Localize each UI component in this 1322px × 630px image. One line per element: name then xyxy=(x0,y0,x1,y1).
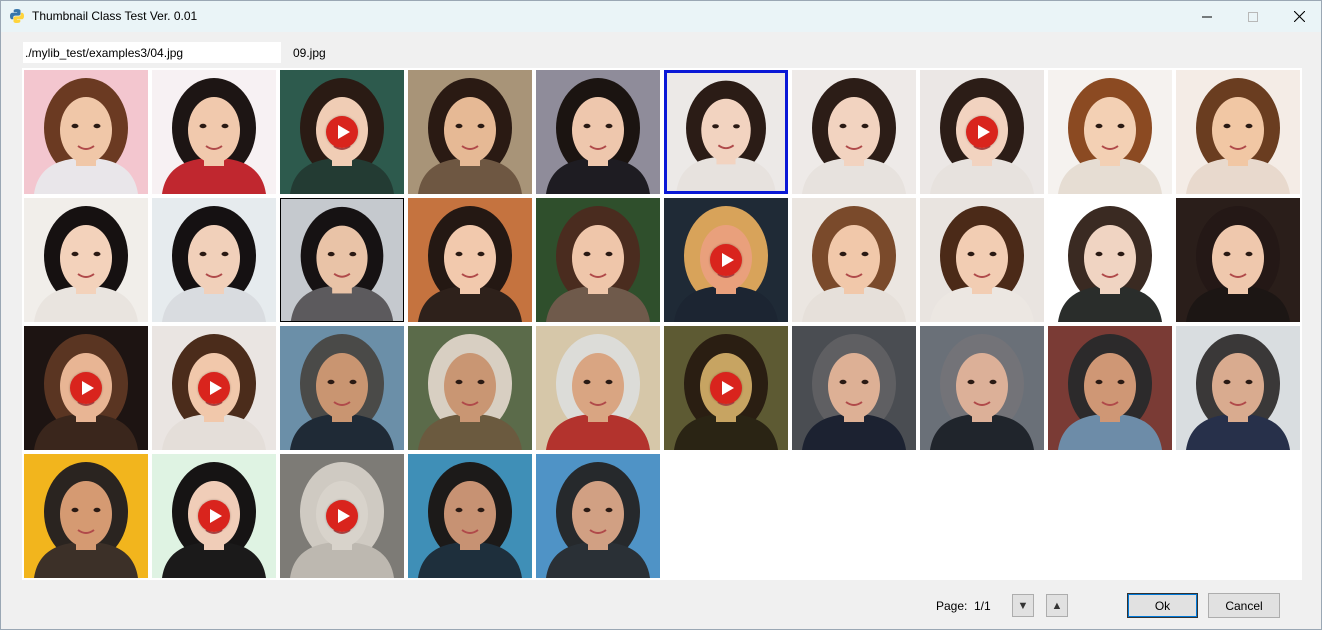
portrait-image xyxy=(792,326,916,450)
thumbnail-grid xyxy=(22,68,1302,580)
thumbnail-item[interactable] xyxy=(920,198,1044,322)
thumbnail-item[interactable] xyxy=(664,70,788,194)
portrait-image xyxy=(280,326,404,450)
triangle-up-icon: ▲ xyxy=(1051,599,1063,612)
portrait-image xyxy=(667,73,785,191)
window-title: Thumbnail Class Test Ver. 0.01 xyxy=(32,9,198,23)
portrait-image xyxy=(408,326,532,450)
portrait-image xyxy=(152,198,276,322)
thumbnail-item[interactable] xyxy=(1048,198,1172,322)
close-icon xyxy=(1293,11,1305,22)
title-bar[interactable]: Thumbnail Class Test Ver. 0.01 xyxy=(1,1,1321,32)
portrait-image xyxy=(1176,326,1300,450)
portrait-image xyxy=(536,198,660,322)
portrait-image xyxy=(536,326,660,450)
thumbnail-item[interactable] xyxy=(280,198,404,322)
thumbnail-item[interactable] xyxy=(536,70,660,194)
play-icon xyxy=(710,372,742,404)
portrait-image xyxy=(24,454,148,578)
thumbnail-item[interactable] xyxy=(152,70,276,194)
portrait-image xyxy=(1048,198,1172,322)
thumbnail-item[interactable] xyxy=(1048,326,1172,450)
thumbnail-item[interactable] xyxy=(920,70,1044,194)
thumbnail-item[interactable] xyxy=(920,326,1044,450)
portrait-image xyxy=(408,70,532,194)
cancel-button[interactable]: Cancel xyxy=(1208,593,1280,618)
portrait-image xyxy=(792,70,916,194)
thumbnail-item[interactable] xyxy=(536,198,660,322)
thumbnail-item[interactable] xyxy=(24,454,148,578)
maximize-button[interactable] xyxy=(1230,1,1276,32)
play-icon xyxy=(198,372,230,404)
portrait-image xyxy=(1176,70,1300,194)
thumbnail-item[interactable] xyxy=(536,454,660,578)
triangle-down-icon: ▼ xyxy=(1017,599,1029,612)
page-label: Page: xyxy=(936,599,968,613)
portrait-image xyxy=(920,326,1044,450)
thumbnail-item[interactable] xyxy=(792,326,916,450)
thumbnail-item[interactable] xyxy=(408,70,532,194)
portrait-image xyxy=(792,198,916,322)
play-icon xyxy=(710,244,742,276)
thumbnail-item[interactable] xyxy=(152,326,276,450)
thumbnail-item[interactable] xyxy=(664,198,788,322)
thumbnail-item[interactable] xyxy=(536,326,660,450)
portrait-image xyxy=(1048,70,1172,194)
selected-file-label: 09.jpg xyxy=(293,46,326,60)
thumbnail-item[interactable] xyxy=(24,70,148,194)
minimize-icon xyxy=(1202,16,1212,17)
portrait-image xyxy=(536,454,660,578)
portrait-image xyxy=(408,198,532,322)
thumbnail-item[interactable] xyxy=(792,198,916,322)
path-field-text: ./mylib_test/examples3/04.jpg xyxy=(25,46,184,60)
play-icon xyxy=(966,116,998,148)
ok-button[interactable]: Ok xyxy=(1127,593,1198,618)
page-up-button[interactable]: ▲ xyxy=(1046,594,1068,617)
python-app-icon xyxy=(10,9,24,23)
thumbnail-item[interactable] xyxy=(24,326,148,450)
thumbnail-item[interactable] xyxy=(1176,70,1300,194)
close-button[interactable] xyxy=(1276,1,1322,32)
portrait-image xyxy=(408,454,532,578)
page-down-button[interactable]: ▼ xyxy=(1012,594,1034,617)
main-window: Thumbnail Class Test Ver. 0.01 ./mylib_t… xyxy=(0,0,1322,630)
thumbnail-item[interactable] xyxy=(408,454,532,578)
portrait-image xyxy=(1048,326,1172,450)
minimize-button[interactable] xyxy=(1184,1,1230,32)
thumbnail-item[interactable] xyxy=(408,326,532,450)
thumbnail-item[interactable] xyxy=(280,70,404,194)
thumbnail-item[interactable] xyxy=(1176,326,1300,450)
play-icon xyxy=(326,500,358,532)
portrait-image xyxy=(24,70,148,194)
thumbnail-item[interactable] xyxy=(280,326,404,450)
portrait-image xyxy=(1176,198,1300,322)
thumbnail-item[interactable] xyxy=(408,198,532,322)
thumbnail-item[interactable] xyxy=(280,454,404,578)
thumbnail-item[interactable] xyxy=(1176,198,1300,322)
page-value: 1/1 xyxy=(974,599,991,613)
thumbnail-item[interactable] xyxy=(1048,70,1172,194)
portrait-image xyxy=(536,70,660,194)
play-icon xyxy=(70,372,102,404)
portrait-image xyxy=(24,198,148,322)
thumbnail-item[interactable] xyxy=(24,198,148,322)
thumbnail-item[interactable] xyxy=(792,70,916,194)
thumbnail-item[interactable] xyxy=(152,198,276,322)
thumbnail-item[interactable] xyxy=(664,326,788,450)
play-icon xyxy=(326,116,358,148)
maximize-icon xyxy=(1248,11,1258,22)
portrait-image xyxy=(152,70,276,194)
thumbnail-item[interactable] xyxy=(152,454,276,578)
portrait-image xyxy=(920,198,1044,322)
portrait-image xyxy=(281,199,403,321)
play-icon xyxy=(198,500,230,532)
